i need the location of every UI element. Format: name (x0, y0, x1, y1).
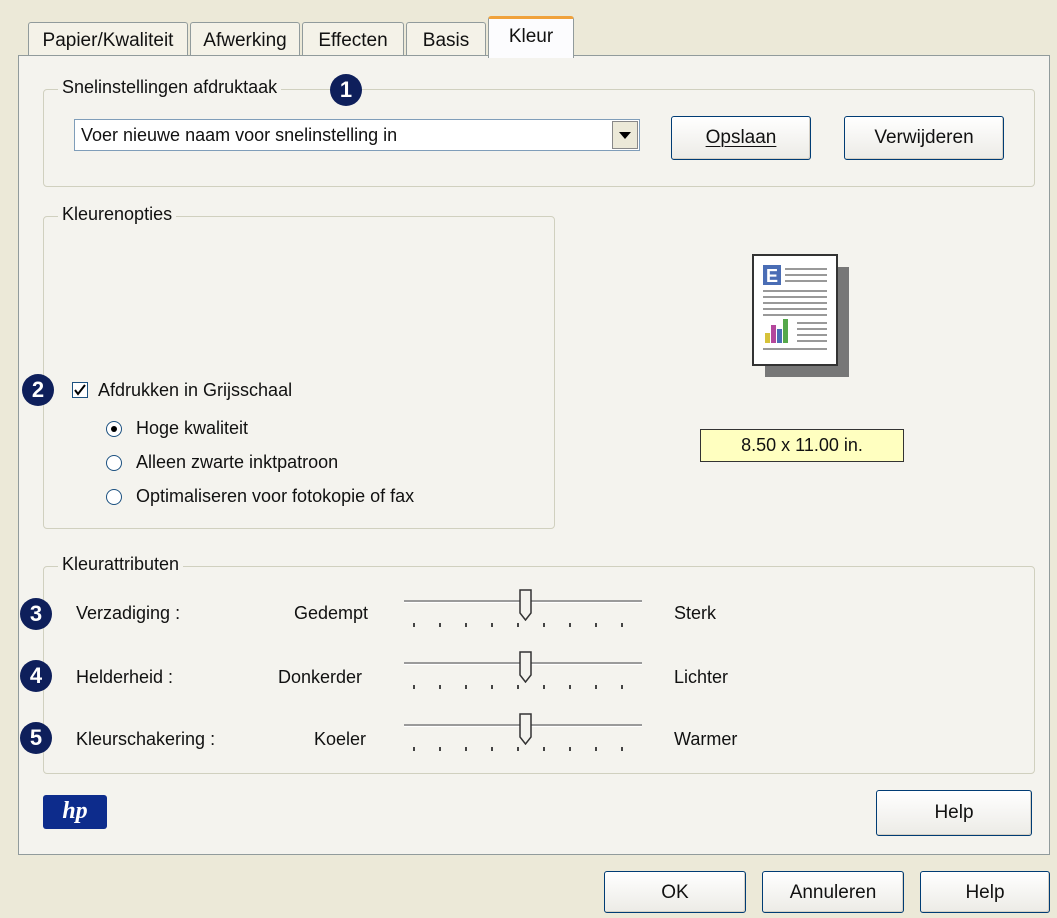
saturation-slider[interactable] (404, 589, 646, 635)
tab-basis[interactable]: Basis (406, 22, 486, 56)
color-options-group: Kleurenopties Afdrukken in Grijsschaal H… (43, 204, 555, 529)
tab-effecten[interactable]: Effecten (302, 22, 404, 56)
callout-2: 2 (22, 374, 54, 406)
tab-papier-kwaliteit[interactable]: Papier/Kwaliteit (28, 22, 188, 56)
callout-3: 3 (20, 598, 52, 630)
checkmark-icon (74, 384, 86, 396)
delete-button-label: Verwijderen (874, 127, 974, 148)
brightness-label: Helderheid : (76, 667, 174, 687)
color-attributes-group: Kleurattributen Verzadiging : Gedempt St… (43, 554, 1035, 774)
dropdown-value: Voer nieuwe naam voor snelinstelling in (81, 125, 398, 145)
callout-5: 5 (20, 722, 52, 754)
callout-4: 4 (20, 660, 52, 692)
kleur-tab-panel: Snelinstellingen afdruktaak Voer nieuwe … (18, 55, 1050, 855)
grayscale-checkbox[interactable] (72, 382, 88, 398)
radio-optimaliseren-label: Optimaliseren voor fotokopie of fax (136, 486, 415, 506)
brightness-max-label: Lichter (674, 667, 729, 687)
ok-button[interactable]: OK (604, 871, 746, 913)
save-button[interactable]: Opslaan (671, 116, 811, 160)
help-button-label: Help (965, 882, 1005, 903)
color-options-legend: Kleurenopties (58, 204, 177, 225)
save-button-label: Opslaan (705, 127, 777, 148)
brightness-min-label: Donkerder (278, 667, 363, 687)
quick-settings-group: Snelinstellingen afdruktaak Voer nieuwe … (43, 77, 1035, 187)
quick-settings-legend: Snelinstellingen afdruktaak (58, 77, 282, 98)
svg-text:E: E (766, 266, 778, 286)
brightness-ticks (404, 685, 642, 693)
tab-afwerking[interactable]: Afwerking (190, 22, 300, 56)
radio-hoge-kwaliteit-label: Hoge kwaliteit (136, 418, 249, 438)
brightness-slider[interactable] (404, 651, 646, 697)
hue-min-label: Koeler (314, 729, 367, 749)
brightness-slider-thumb[interactable] (519, 651, 533, 683)
saturation-slider-thumb[interactable] (519, 589, 533, 621)
hue-ticks (404, 747, 642, 755)
delete-button[interactable]: Verwijderen (844, 116, 1004, 160)
help-button[interactable]: Help (920, 871, 1050, 913)
radio-hoge-kwaliteit[interactable] (106, 421, 122, 437)
inner-help-button[interactable]: Help (876, 790, 1032, 836)
chevron-down-icon[interactable] (612, 121, 638, 149)
color-attributes-legend: Kleurattributen (58, 554, 184, 575)
page-preview-icon: E (751, 253, 861, 390)
grayscale-label: Afdrukken in Grijsschaal (98, 380, 293, 400)
hue-slider[interactable] (404, 713, 646, 759)
radio-alleen-zwart[interactable] (106, 455, 122, 471)
saturation-label: Verzadiging : (76, 603, 181, 623)
saturation-ticks (404, 623, 642, 631)
page-size-text: 8.50 x 11.00 in. (741, 435, 863, 455)
radio-alleen-zwart-label: Alleen zwarte inktpatroon (136, 452, 339, 472)
saturation-min-label: Gedempt (294, 603, 369, 623)
page-size-box: 8.50 x 11.00 in. (700, 429, 904, 462)
tab-kleur[interactable]: Kleur (488, 16, 574, 58)
hp-logo: hp (43, 795, 107, 829)
cancel-button[interactable]: Annuleren (762, 871, 904, 913)
cancel-button-label: Annuleren (789, 882, 877, 903)
inner-help-button-label: Help (934, 802, 974, 823)
hp-logo-text: hp (62, 798, 88, 824)
hue-label: Kleurschakering : (76, 729, 216, 749)
ok-button-label: OK (661, 882, 689, 903)
hue-max-label: Warmer (674, 729, 738, 749)
saturation-max-label: Sterk (674, 603, 717, 623)
hue-slider-thumb[interactable] (519, 713, 533, 745)
quick-settings-dropdown[interactable]: Voer nieuwe naam voor snelinstelling in (74, 119, 640, 151)
callout-1: 1 (330, 74, 362, 106)
radio-optimaliseren[interactable] (106, 489, 122, 505)
